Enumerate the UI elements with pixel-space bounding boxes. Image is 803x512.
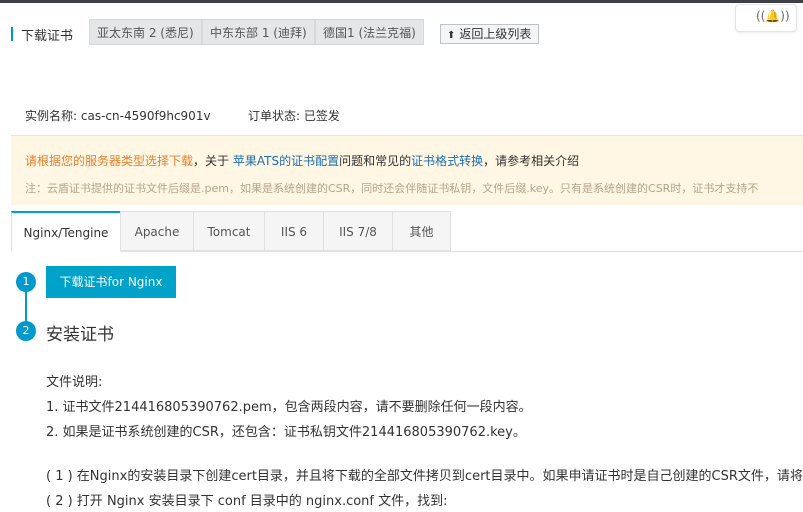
install-cert-heading: 安装证书 xyxy=(46,325,114,345)
notice-main-line: 请根据您的服务器类型选择下载，关于 苹果ATS的证书配置问题和常见的证书格式转换… xyxy=(25,152,579,169)
order-status-label: 订单状态: xyxy=(248,109,301,123)
step-2-badge: 2 xyxy=(16,321,36,341)
notice-panel: 请根据您的服务器类型选择下载，关于 苹果ATS的证书配置问题和常见的证书格式转换… xyxy=(11,135,803,205)
notice-highlight: 请根据您的服务器类型选择下载 xyxy=(25,154,194,168)
notification-button[interactable]: ((🔔)) xyxy=(735,4,797,32)
file-desc-label: 文件说明: xyxy=(46,375,103,390)
page-header: 下载证书 亚太东南 2 (悉尼) 中东东部 1 (迪拜) 德国1 (法兰克福) … xyxy=(0,18,803,48)
notice-note: 注：云盾证书提供的证书文件后缀是.pem，如果是系统创建的CSR，同时还会伴随证… xyxy=(25,182,759,195)
download-nginx-cert-button[interactable]: 下载证书for Nginx xyxy=(46,266,176,298)
instance-name-value: cas-cn-4590f9hc901v xyxy=(80,109,211,123)
notice-text-1: ，关于 xyxy=(193,154,230,168)
file-desc-item-1: 1. 证书文件214416805390762.pem，包含两段内容，请不要删除任… xyxy=(46,400,532,415)
cert-format-link[interactable]: 证书格式转换 xyxy=(411,154,483,168)
server-type-tabs: Nginx/Tengine Apache Tomcat IIS 6 IIS 7/… xyxy=(11,211,803,252)
instance-name-label: 实例名称: xyxy=(25,109,78,123)
file-desc-item-2: 2. 如果是证书系统创建的CSR，还包含：证书私钥文件2144168053907… xyxy=(46,425,526,440)
notice-text-2: 问题和常见的 xyxy=(339,154,412,168)
instance-name: 实例名称: cas-cn-4590f9hc901v xyxy=(25,107,211,124)
top-border xyxy=(0,0,803,3)
tab-iis6[interactable]: IIS 6 xyxy=(264,211,324,251)
notice-text-3: ，请参考相关介绍 xyxy=(483,154,580,168)
region-tab-frankfurt[interactable]: 德国1 (法兰克福) xyxy=(315,19,424,45)
order-status: 订单状态: 已签发 xyxy=(248,107,340,124)
region-tab-dubai[interactable]: 中东东部 1 (迪拜) xyxy=(202,19,315,45)
up-arrow-icon: ⬆ xyxy=(447,30,456,41)
instruction-step-1: ( 1 ) 在Nginx的安装目录下创建cert目录，并且将下载的全部文件拷贝到… xyxy=(46,469,803,484)
back-to-list-button[interactable]: ⬆ 返回上级列表 xyxy=(440,24,540,44)
tab-apache[interactable]: Apache xyxy=(120,211,194,251)
tab-iis78[interactable]: IIS 7/8 xyxy=(323,211,393,251)
back-to-list-label: 返回上级列表 xyxy=(459,27,532,41)
region-tab-sydney[interactable]: 亚太东南 2 (悉尼) xyxy=(89,19,202,45)
tab-nginx[interactable]: Nginx/Tengine xyxy=(11,211,121,252)
step-connector xyxy=(25,288,27,324)
tab-other[interactable]: 其他 xyxy=(392,211,451,251)
ats-config-link[interactable]: 苹果ATS的证书配置 xyxy=(233,154,339,168)
tab-tomcat[interactable]: Tomcat xyxy=(193,211,265,251)
title-accent-bar xyxy=(11,27,13,41)
page-title: 下载证书 xyxy=(21,29,74,44)
bell-icon: ((🔔)) xyxy=(756,9,790,23)
step-1-badge: 1 xyxy=(16,272,36,292)
order-status-value: 已签发 xyxy=(303,109,340,123)
instruction-step-2: ( 2 ) 打开 Nginx 安装目录下 conf 目录中的 nginx.con… xyxy=(46,494,448,509)
